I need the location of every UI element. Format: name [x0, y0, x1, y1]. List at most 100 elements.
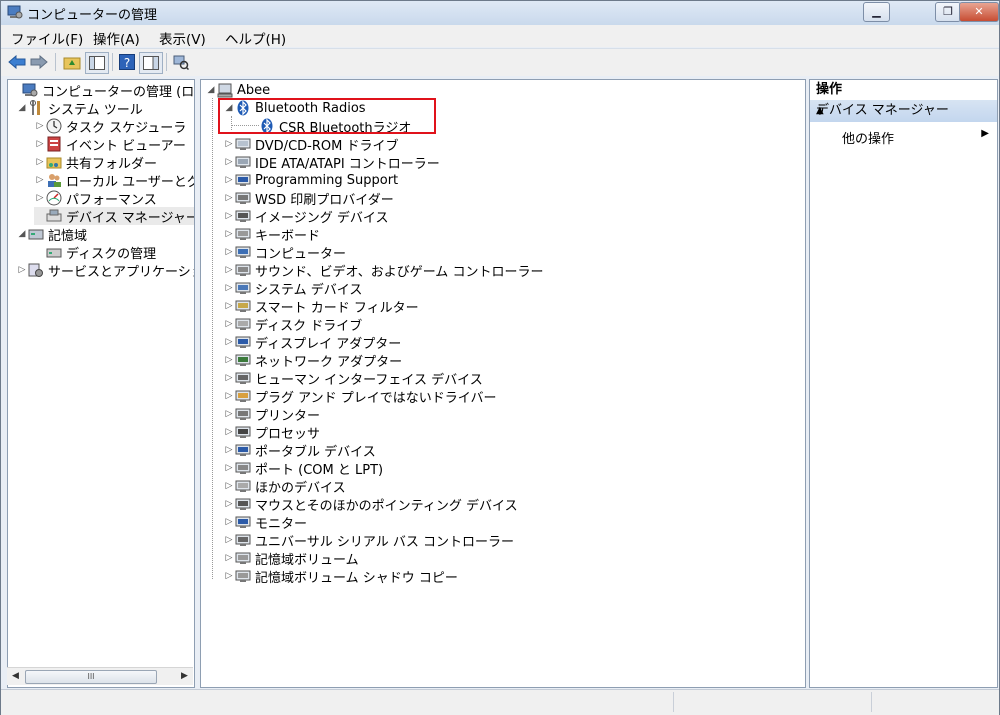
tree-item-label: プロセッサ [255, 426, 321, 442]
device-category-item[interactable]: ▷ プラグ アンド プレイではないドライバー [223, 387, 497, 406]
actions-section-device-manager[interactable]: デバイス マネージャー ▲ [810, 100, 997, 122]
tree-expander[interactable]: ▷ [223, 229, 235, 239]
tree-expander[interactable]: ▷ [223, 337, 235, 347]
device-tree-pane[interactable]: ◢ Abee ◢ Bluetooth Radios CSR Bluetoothラ… [200, 79, 806, 688]
scroll-right-button[interactable]: ▶ [176, 668, 193, 685]
menu-file[interactable]: ファイル(F) [11, 28, 83, 48]
minimize-button[interactable]: ▁ [863, 2, 890, 22]
tree-expander[interactable]: ▷ [223, 355, 235, 365]
tree-expander[interactable]: ◢ [16, 103, 28, 113]
up-folder-button[interactable] [61, 52, 83, 72]
tree-expander[interactable]: ▷ [223, 445, 235, 455]
device-category-item[interactable]: ▷ プリンター [223, 405, 320, 424]
back-button[interactable] [7, 52, 27, 72]
tree-item-label: ディスク ドライブ [255, 318, 363, 334]
tree-expander[interactable]: ▷ [223, 427, 235, 437]
tree-expander[interactable]: ▷ [34, 139, 46, 149]
tree-item-system-tools[interactable]: ◢ システム ツール [16, 99, 143, 118]
device-category-item[interactable]: ▷ モニター [223, 513, 307, 532]
toolbar-separator [166, 53, 167, 71]
device-category-item[interactable]: ▷ キーボード [223, 225, 320, 244]
tree-expander[interactable]: ▷ [34, 193, 46, 203]
scroll-left-button[interactable]: ◀ [7, 668, 24, 685]
device-category-item[interactable]: ▷ 記憶域ボリューム シャドウ コピー [223, 567, 458, 586]
collapse-arrow-icon[interactable]: ▲ [816, 100, 987, 122]
tree-item-event-viewer[interactable]: ▷ イベント ビューアー [34, 135, 186, 154]
tree-item-disk-management[interactable]: ディスクの管理 [34, 243, 156, 262]
tree-expander[interactable]: ▷ [223, 283, 235, 293]
console-tree-pane[interactable]: コンピューターの管理 (ローカ ◢ システム ツール ▷ タスク スケジューラ … [7, 79, 195, 688]
menu-action[interactable]: 操作(A) [93, 28, 140, 48]
tree-expander[interactable]: ▷ [223, 301, 235, 311]
help-button[interactable]: ? [117, 52, 137, 72]
tree-expander[interactable]: ▷ [223, 517, 235, 527]
tree-expander[interactable]: ◢ [205, 85, 217, 95]
tree-expander[interactable]: ▷ [16, 265, 28, 275]
tree-expander[interactable]: ▷ [223, 391, 235, 401]
device-category-item[interactable]: ▷ コンピューター [223, 243, 346, 262]
menu-help[interactable]: ヘルプ(H) [225, 28, 286, 48]
device-category-item[interactable]: ▷ プロセッサ [223, 423, 321, 442]
tree-expander[interactable]: ▷ [223, 409, 235, 419]
more-actions-link[interactable]: 他の操作 [842, 128, 894, 147]
device-category-item[interactable]: ▷ サウンド、ビデオ、およびゲーム コントローラー [223, 261, 543, 280]
device-category-item[interactable]: ▷ マウスとそのほかのポインティング デバイス [223, 495, 518, 514]
device-category-item[interactable]: ▷ IDE ATA/ATAPI コントローラー [223, 153, 440, 172]
shared-folder-icon [46, 154, 62, 170]
tree-expander[interactable]: ▷ [223, 499, 235, 509]
close-button[interactable]: ✕ [959, 2, 999, 22]
tree-expander[interactable]: ▷ [223, 319, 235, 329]
tree-expander[interactable]: ▷ [223, 373, 235, 383]
tree-expander[interactable]: ▷ [34, 175, 46, 185]
tree-expander[interactable]: ▷ [223, 175, 235, 185]
tree-expander[interactable]: ▷ [223, 463, 235, 473]
tree-expander[interactable]: ▷ [223, 139, 235, 149]
tree-expander[interactable]: ▷ [223, 265, 235, 275]
show-tree-button[interactable] [85, 52, 109, 74]
device-category-item[interactable]: ▷ イメージング デバイス [223, 207, 388, 226]
services-icon [28, 262, 44, 278]
scan-hardware-button[interactable] [171, 52, 191, 72]
tree-expander[interactable]: ▷ [223, 535, 235, 545]
forward-button[interactable] [29, 52, 49, 72]
tree-item-services-applications[interactable]: ▷ サービスとアプリケーション [16, 261, 194, 280]
device-category-item[interactable]: ▷ Programming Support [223, 171, 399, 189]
tree-item-storage[interactable]: ◢ 記憶域 [16, 225, 87, 244]
device-category-item[interactable]: ▷ ユニバーサル シリアル バス コントローラー [223, 531, 514, 550]
tree-expander[interactable]: ▷ [223, 211, 235, 221]
menu-view[interactable]: 表示(V) [159, 28, 206, 48]
tree-item-task-scheduler[interactable]: ▷ タスク スケジューラ [34, 117, 186, 136]
device-category-item[interactable]: ▷ 記憶域ボリューム [223, 549, 359, 568]
tree-item-device-manager[interactable]: デバイス マネージャー [34, 207, 194, 226]
left-pane-horizontal-scrollbar[interactable]: ◀ III ▶ [7, 667, 193, 685]
tree-expander[interactable]: ▷ [223, 157, 235, 167]
device-category-item[interactable]: ▷ スマート カード フィルター [223, 297, 419, 316]
tree-item-shared-folders[interactable]: ▷ 共有フォルダー [34, 153, 157, 172]
device-category-item[interactable]: ▷ ディスプレイ アダプター [223, 333, 401, 352]
tree-expander[interactable]: ▷ [34, 121, 46, 131]
tree-item-local-users[interactable]: ▷ ローカル ユーザーとグル [34, 171, 194, 190]
device-category-item[interactable]: ▷ ディスク ドライブ [223, 315, 363, 334]
device-category-item[interactable]: ▷ DVD/CD-ROM ドライブ [223, 135, 398, 154]
device-category-item[interactable]: ▷ ヒューマン インターフェイス デバイス [223, 369, 483, 388]
tree-expander[interactable]: ▷ [223, 247, 235, 257]
device-category-item[interactable]: ▷ ネットワーク アダプター [223, 351, 402, 370]
device-category-item[interactable]: ▷ ほかのデバイス [223, 477, 346, 496]
tree-expander[interactable]: ▷ [223, 193, 235, 203]
scroll-thumb[interactable]: III [25, 670, 157, 684]
tree-expander[interactable]: ▷ [223, 553, 235, 563]
device-category-item[interactable]: ▷ WSD 印刷プロバイダー [223, 189, 394, 208]
tree-expander[interactable]: ▷ [223, 481, 235, 491]
monitor-icon [235, 514, 251, 530]
tree-expander[interactable]: ▷ [34, 157, 46, 167]
device-category-item[interactable]: ▷ ポータブル デバイス [223, 441, 376, 460]
tree-item-performance[interactable]: ▷ パフォーマンス [34, 189, 157, 208]
restore-button[interactable]: ❐ [935, 2, 961, 22]
tree-expander[interactable]: ▷ [223, 571, 235, 581]
device-tree-root[interactable]: ◢ Abee [205, 81, 271, 99]
tree-expander[interactable]: ◢ [16, 229, 28, 239]
device-category-item[interactable]: ▷ システム デバイス [223, 279, 362, 298]
show-action-pane-button[interactable] [139, 52, 163, 74]
device-category-item[interactable]: ▷ ポート (COM と LPT) [223, 459, 383, 478]
tree-item-computer-management[interactable]: コンピューターの管理 (ローカ [10, 81, 194, 100]
